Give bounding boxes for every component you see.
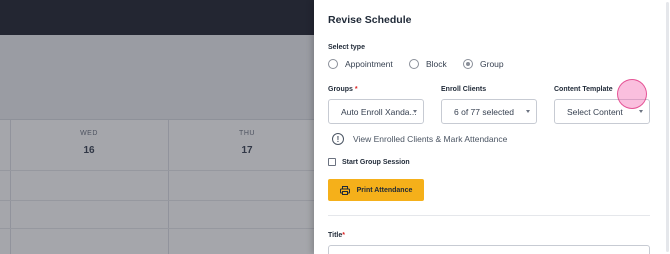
- print-attendance-label: Print Attendance: [356, 186, 413, 194]
- printer-icon: [339, 185, 350, 195]
- title-field-label: Title*: [328, 232, 345, 239]
- print-attendance-button[interactable]: Print Attendance: [328, 179, 424, 201]
- revise-schedule-drawer: Revise Schedule Select type Appointment …: [314, 0, 670, 254]
- content-template-label: Content Template: [554, 86, 613, 93]
- groups-label: Groups *: [328, 86, 358, 93]
- view-enrolled-clients-link[interactable]: ! View Enrolled Clients & Mark Attendanc…: [332, 133, 507, 145]
- select-type-label: Select type: [328, 44, 365, 51]
- radio-button[interactable]: [328, 59, 338, 69]
- required-mark: *: [342, 232, 345, 239]
- title-input[interactable]: [328, 245, 650, 254]
- groups-select-value: Auto Enroll Xanda...: [341, 106, 417, 117]
- required-mark: *: [354, 86, 358, 93]
- start-group-session-label: Start Group Session: [342, 158, 410, 166]
- radio-button[interactable]: [409, 59, 419, 69]
- info-icon: !: [332, 133, 344, 145]
- radio-label: Group: [480, 59, 504, 69]
- drawer-scrollbar[interactable]: [666, 2, 669, 252]
- radio-group[interactable]: Group: [463, 58, 504, 70]
- section-divider: [328, 215, 650, 216]
- enroll-clients-select[interactable]: 6 of 77 selected: [441, 99, 537, 124]
- radio-button-selected[interactable]: [463, 59, 473, 69]
- enroll-clients-value: 6 of 77 selected: [454, 106, 515, 117]
- start-group-session-checkbox-row[interactable]: Start Group Session: [328, 158, 410, 166]
- cursor-indicator: [617, 79, 647, 109]
- start-group-session-checkbox[interactable]: [328, 158, 336, 166]
- radio-label: Block: [426, 59, 447, 69]
- drawer-title: Revise Schedule: [328, 14, 412, 26]
- radio-block[interactable]: Block: [409, 58, 447, 70]
- view-enrolled-clients-text: View Enrolled Clients & Mark Attendance: [353, 134, 508, 144]
- radio-appointment[interactable]: Appointment: [328, 58, 393, 70]
- groups-select[interactable]: Auto Enroll Xanda...: [328, 99, 424, 124]
- chevron-down-icon: [526, 110, 530, 113]
- groups-label-text: Groups: [328, 86, 353, 93]
- chevron-down-icon: [639, 110, 643, 113]
- title-label-text: Title: [328, 232, 343, 239]
- content-template-value: Select Content: [567, 106, 623, 117]
- enroll-clients-label: Enroll Clients: [441, 86, 487, 93]
- radio-label: Appointment: [345, 59, 393, 69]
- chevron-down-icon: [413, 110, 417, 113]
